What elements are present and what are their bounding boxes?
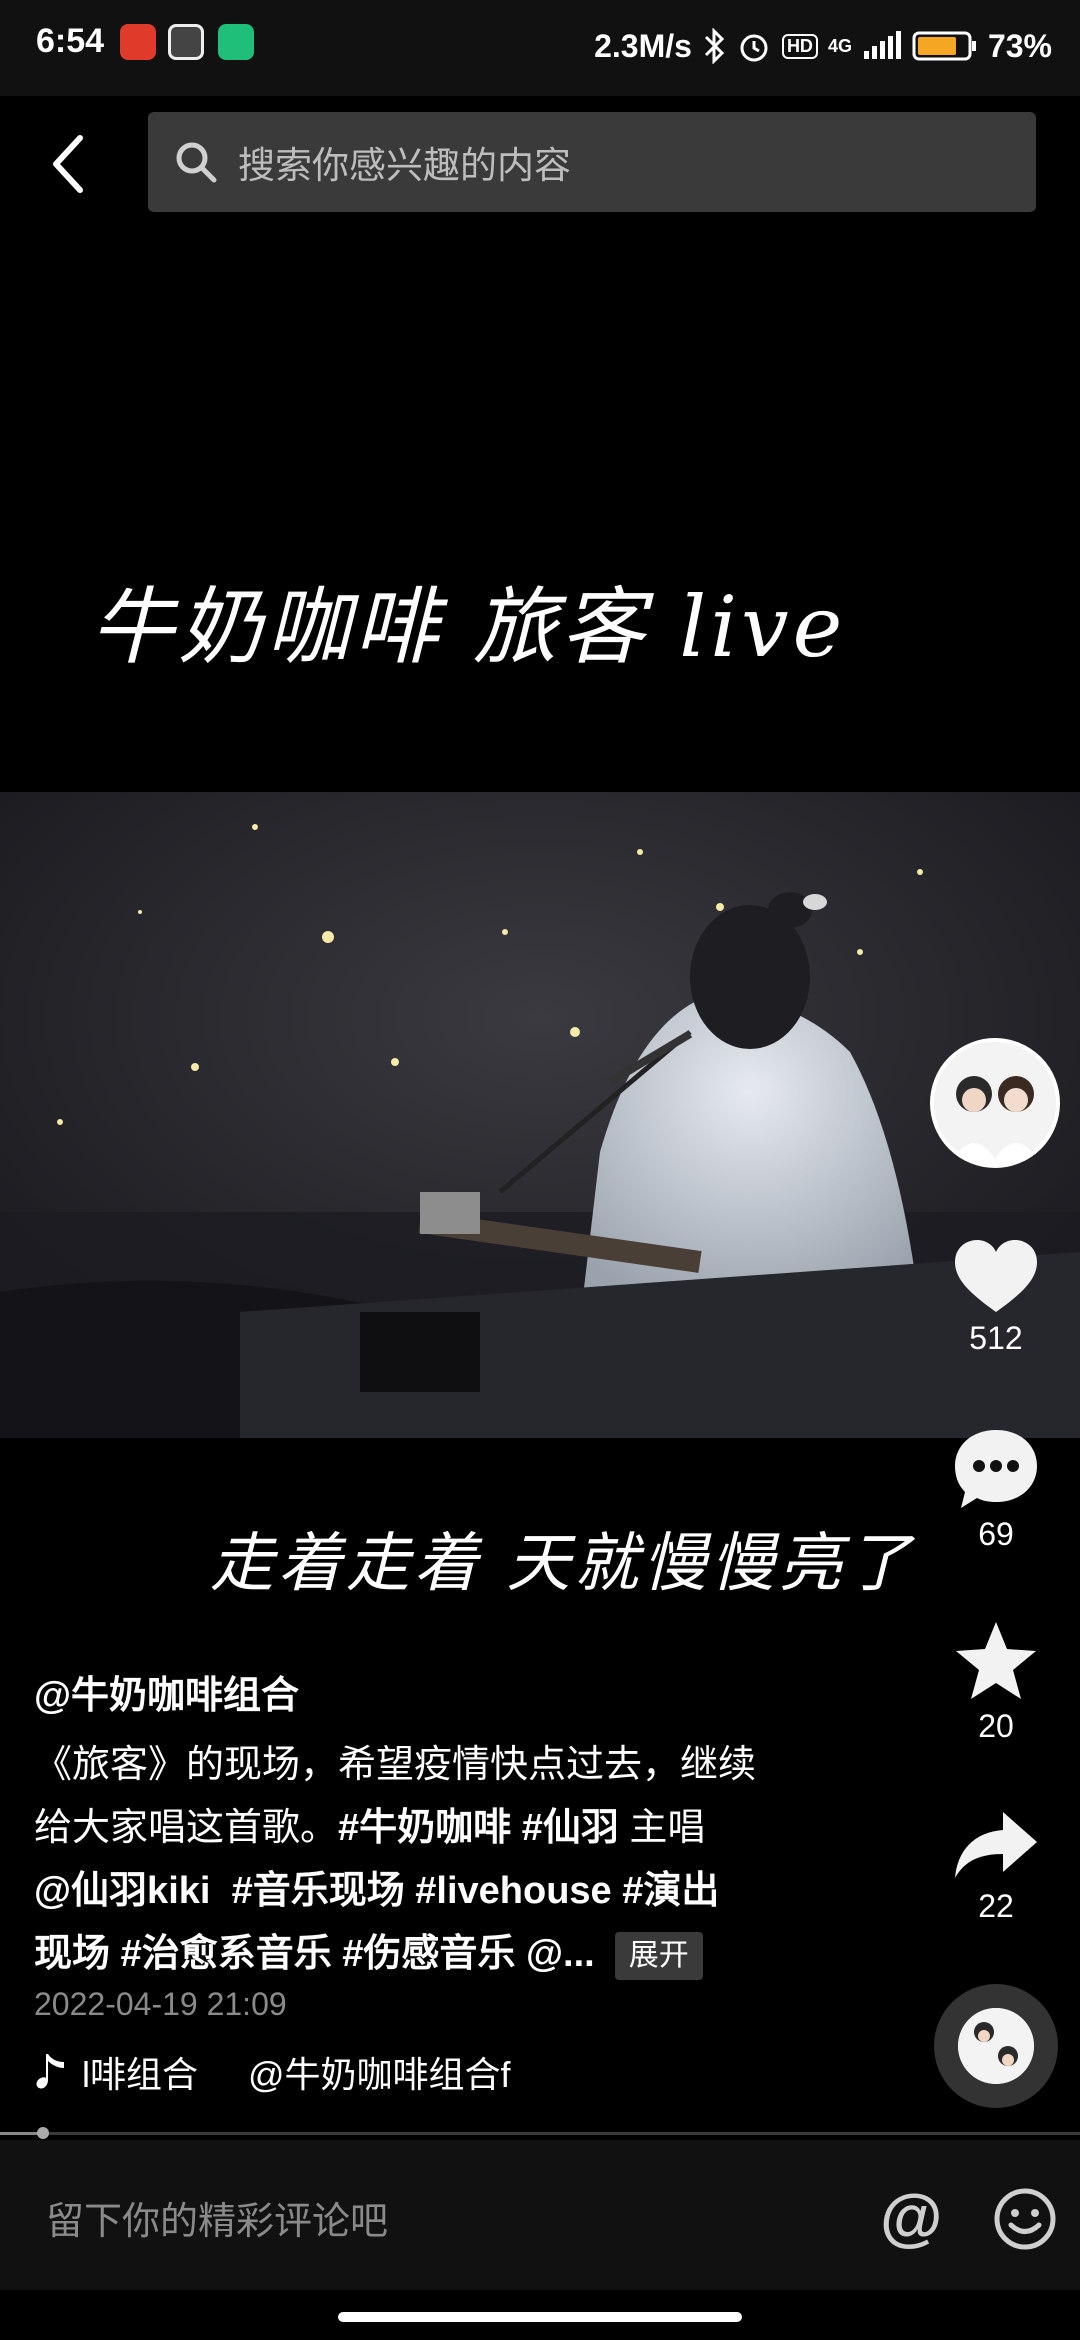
share-arrow-icon — [955, 1812, 1037, 1878]
share-button[interactable]: 22 — [936, 1808, 1056, 1925]
desc-line-1: 《旅客》的现场，希望疫情快点过去，继续 — [34, 1744, 757, 1786]
signal-icon — [862, 31, 902, 61]
network-type: 4G — [827, 35, 852, 56]
music-cover-image — [958, 2008, 1034, 2084]
bluetooth-icon — [702, 28, 726, 64]
comment-button[interactable]: 69 — [936, 1426, 1056, 1553]
concert-scene-image — [0, 792, 1080, 1438]
desc-text: 现场 — [34, 1933, 111, 1975]
avatar-image — [934, 1042, 1056, 1164]
network-speed: 2.3M/s — [594, 27, 692, 64]
search-bar[interactable]: 搜索你感兴趣的内容 — [148, 112, 1036, 212]
share-count: 22 — [978, 1888, 1014, 1924]
hashtag[interactable]: #伤感音乐 — [342, 1933, 515, 1975]
video-frame[interactable] — [0, 792, 1080, 1438]
comment-icon — [955, 1430, 1037, 1508]
battery-percent: 73% — [987, 27, 1052, 64]
record-app-icon — [168, 24, 204, 60]
hd-badge: HD — [781, 33, 818, 59]
music-disc[interactable] — [934, 1984, 1058, 2108]
music-marquee[interactable]: l啡组合 @牛奶咖啡组合f — [34, 2048, 534, 2096]
hashtag[interactable]: #牛奶咖啡 — [338, 1807, 511, 1849]
search-icon — [176, 142, 217, 183]
desc-line-2: 给大家唱这首歌。#牛奶咖啡 #仙羽 主唱 — [34, 1797, 834, 1860]
post-description: 《旅客》的现场，希望疫情快点过去，继续 给大家唱这首歌。#牛奶咖啡 #仙羽 主唱… — [34, 1734, 834, 1986]
progress-track[interactable] — [0, 2132, 1080, 2135]
like-count: 512 — [969, 1320, 1023, 1356]
shield-app-icon — [218, 24, 254, 60]
status-bar: 6:54 2.3M/s HD 4G 73% — [0, 0, 1080, 96]
comment-count: 69 — [978, 1516, 1014, 1552]
heart-icon — [955, 1240, 1037, 1312]
back-button[interactable] — [40, 124, 100, 204]
search-placeholder: 搜索你感兴趣的内容 — [238, 145, 571, 186]
author-name[interactable]: @牛奶咖啡组合 — [34, 1664, 299, 1719]
hashtag[interactable]: #治愈系音乐 — [121, 1933, 332, 1975]
video-subtitle: 走着走着 天就慢慢亮了 — [210, 1527, 915, 1601]
mention-button[interactable]: @ — [880, 2180, 942, 2254]
music-title-part: l啡组合 — [82, 2054, 198, 2095]
desc-text: 主唱 — [629, 1807, 706, 1849]
like-button[interactable]: 512 — [936, 1236, 1056, 1357]
star-icon — [956, 1622, 1036, 1699]
music-author-part: @牛奶咖啡组合f — [248, 2054, 511, 2095]
mention[interactable]: @... — [526, 1933, 595, 1975]
expand-button[interactable]: 展开 — [614, 1931, 703, 1980]
home-indicator[interactable] — [338, 2312, 742, 2322]
comment-input[interactable]: 留下你的精彩评论吧 — [46, 2190, 388, 2245]
post-date: 2022-04-19 21:09 — [34, 1986, 287, 2022]
music-note-icon — [36, 2054, 64, 2089]
video-title-overlay: 牛奶咖啡 旅客 live — [90, 578, 847, 676]
music-cover — [958, 2008, 1034, 2084]
hashtag[interactable]: #音乐现场 — [232, 1870, 405, 1912]
hashtag[interactable]: #演出 — [622, 1870, 719, 1912]
hashtag[interactable]: #仙羽 — [522, 1807, 619, 1849]
emoji-icon — [994, 2188, 1056, 2250]
progress-handle[interactable] — [37, 2127, 50, 2139]
status-right: 2.3M/s HD 4G 73% — [594, 22, 1052, 70]
listen-app-icon — [120, 24, 156, 60]
author-avatar[interactable] — [930, 1038, 1060, 1168]
hashtag[interactable]: #livehouse — [415, 1870, 611, 1912]
desc-text: 给大家唱这首歌。 — [34, 1807, 339, 1849]
desc-line-4: 现场 #治愈系音乐 #伤感音乐 @... 展开 — [34, 1923, 834, 1986]
mention[interactable]: @仙羽kiki — [34, 1870, 210, 1912]
emoji-button[interactable] — [992, 2186, 1058, 2252]
back-arrow-icon — [53, 135, 83, 193]
alarm-icon — [736, 28, 772, 64]
battery-icon — [912, 30, 978, 62]
music-text: l啡组合 @牛奶咖啡组合f — [82, 2048, 534, 2096]
desc-line-3: @仙羽kiki #音乐现场 #livehouse #演出 — [34, 1860, 834, 1923]
favorite-button[interactable]: 20 — [936, 1618, 1056, 1745]
favorite-count: 20 — [978, 1708, 1014, 1744]
status-time: 6:54 — [36, 22, 105, 60]
